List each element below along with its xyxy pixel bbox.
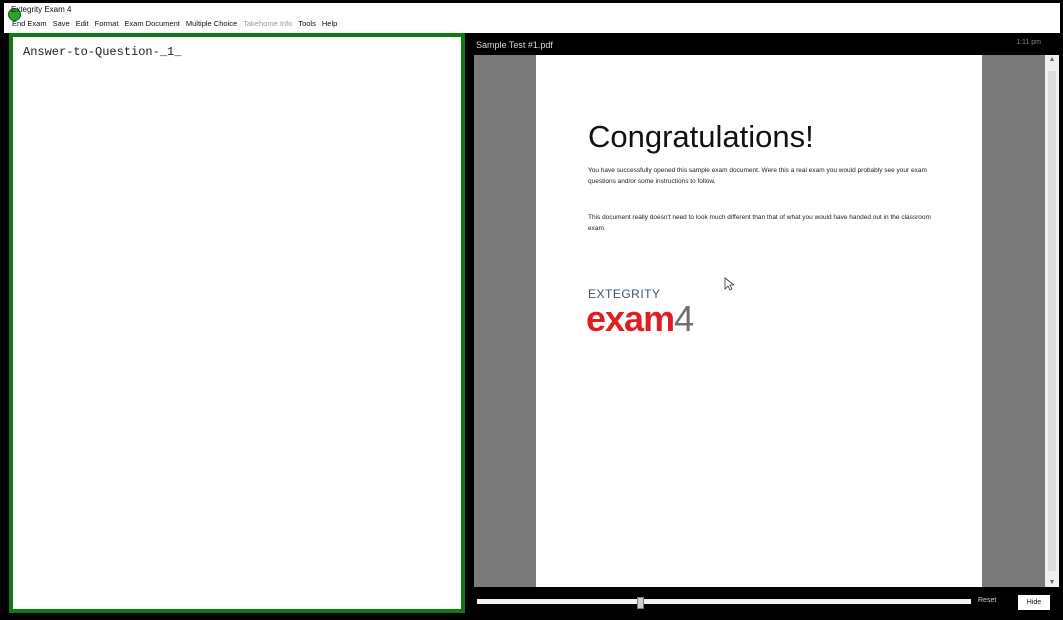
document-header: Sample Test #1.pdf 1:11 pm	[473, 33, 1059, 55]
zoom-slider-handle[interactable]	[637, 597, 644, 609]
window-title: Extegrity Exam 4	[11, 5, 72, 14]
scroll-thumb[interactable]	[1048, 71, 1056, 571]
page-paragraph-1: You have successfully opened this sample…	[588, 167, 927, 185]
menu-format[interactable]: Format	[95, 17, 119, 30]
mouse-pointer-icon	[724, 277, 734, 291]
vertical-scrollbar[interactable]: ▲ ▼	[1045, 55, 1059, 587]
menu-tools[interactable]: Tools	[298, 17, 316, 30]
logo-exam: exam	[586, 298, 675, 339]
document-viewer: Sample Test #1.pdf 1:11 pm Congratulatio…	[473, 33, 1059, 617]
scroll-down-icon[interactable]: ▼	[1048, 579, 1056, 586]
menu-edit[interactable]: Edit	[76, 17, 89, 30]
exam-window: Extegrity Exam 4 End Exam Save Edit Form…	[4, 3, 1060, 617]
page-heading: Congratulations!	[588, 119, 814, 154]
answer-text[interactable]: Answer-to-Question-_1_	[23, 45, 181, 59]
menu-takehome-info: Takehome Info	[243, 19, 293, 28]
exam4-logo: exam4	[586, 298, 694, 339]
viewer-footer: Reset Hide	[473, 587, 1059, 617]
menu-multiple-choice[interactable]: Multiple Choice	[186, 17, 237, 30]
menu-exam-document[interactable]: Exam Document	[124, 17, 179, 30]
zoom-slider[interactable]	[477, 599, 971, 604]
document-page: Congratulations! You have successfully o…	[536, 55, 982, 587]
page-paragraph-2: This document really doesn't need to loo…	[588, 214, 931, 232]
hide-button[interactable]: Hide	[1018, 595, 1050, 610]
document-viewport: Congratulations! You have successfully o…	[474, 55, 1045, 587]
title-bar: Extegrity Exam 4 End Exam Save Edit Form…	[4, 3, 1060, 33]
document-title: Sample Test #1.pdf	[476, 40, 553, 50]
menu-save[interactable]: Save	[53, 17, 70, 30]
logo-4: 4	[674, 298, 694, 339]
menu-bar: End Exam Save Edit Format Exam Document …	[12, 17, 337, 30]
answer-editor[interactable]: Answer-to-Question-_1_	[9, 33, 465, 613]
scroll-up-icon[interactable]: ▲	[1048, 56, 1056, 63]
menu-help[interactable]: Help	[322, 17, 337, 30]
reset-button[interactable]: Reset	[978, 597, 996, 604]
clock: 1:11 pm	[1016, 39, 1041, 46]
menu-end-exam[interactable]: End Exam	[12, 17, 47, 30]
